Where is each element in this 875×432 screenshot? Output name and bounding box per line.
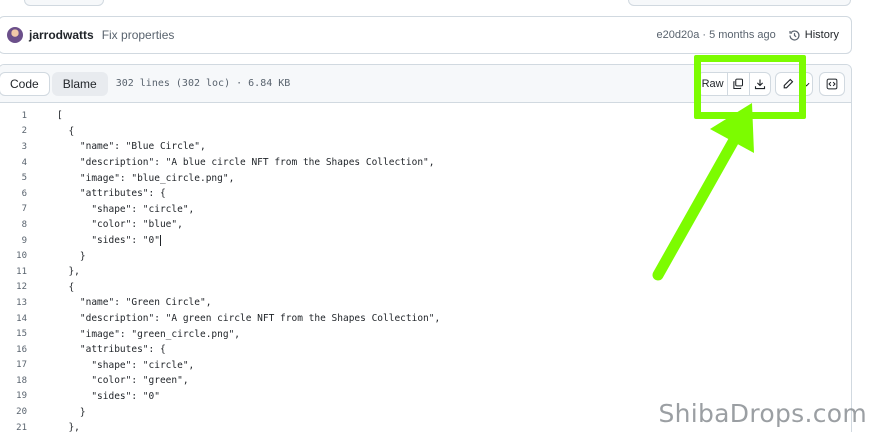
- line-text: {: [57, 125, 75, 137]
- code-line: 9 "sides": "0": [0, 233, 851, 249]
- code-line: 1[: [0, 108, 851, 124]
- download-raw-button[interactable]: [748, 73, 770, 95]
- code-line: 6 "attributes": {: [0, 186, 851, 202]
- edit-file-button[interactable]: [776, 73, 799, 95]
- history-button[interactable]: History: [788, 29, 839, 42]
- line-text: "sides": "0": [57, 235, 161, 247]
- code-view: 1[2 {3 "name": "Blue Circle", 4 "descript…: [0, 103, 851, 432]
- line-text: "image": "green_circle.png",: [57, 328, 241, 340]
- line-number[interactable]: 3: [0, 142, 27, 152]
- line-text: "name": "Blue Circle",: [57, 141, 206, 153]
- code-line: 3 "name": "Blue Circle",: [0, 139, 851, 155]
- line-number[interactable]: 6: [0, 189, 27, 199]
- commit-meta: e20d20a · 5 months ago History: [657, 29, 840, 42]
- line-number[interactable]: 20: [0, 407, 27, 417]
- line-text: {: [57, 281, 75, 293]
- pencil-icon: [783, 78, 793, 89]
- watermark: ShibaDrops.com: [658, 399, 867, 428]
- top-button-left[interactable]: [24, 0, 104, 6]
- line-text: "color": "blue",: [57, 219, 183, 231]
- line-text: }: [57, 406, 86, 418]
- avatar[interactable]: [7, 27, 23, 43]
- copy-icon: [733, 78, 744, 90]
- code-line: 11 },: [0, 264, 851, 280]
- line-text: "shape": "circle",: [57, 203, 195, 215]
- edit-dropdown-button[interactable]: [799, 73, 812, 95]
- line-number[interactable]: 15: [0, 329, 27, 339]
- line-text: "attributes": {: [57, 188, 166, 200]
- code-line: 10 }: [0, 248, 851, 264]
- commit-message[interactable]: Fix properties: [102, 28, 175, 42]
- file-viewer: Code Blame 302 lines (302 loc) · 6.84 KB…: [0, 64, 852, 432]
- line-text: "description": "A green circle NFT from …: [57, 313, 441, 325]
- history-label: History: [804, 29, 839, 41]
- code-line: 16 "attributes": {: [0, 342, 851, 358]
- code-line: 7 "shape": "circle",: [0, 202, 851, 218]
- line-number[interactable]: 18: [0, 376, 27, 386]
- text-cursor: [159, 235, 161, 247]
- line-number[interactable]: 21: [0, 423, 27, 432]
- code-square-icon: [826, 78, 838, 90]
- tab-code[interactable]: Code: [0, 71, 50, 96]
- line-number[interactable]: 11: [0, 267, 27, 277]
- code-line: 18 "color": "green",: [0, 373, 851, 389]
- edit-group: [775, 72, 813, 96]
- code-line: 17 "shape": "circle",: [0, 358, 851, 374]
- line-text: [: [57, 110, 63, 122]
- commit-author[interactable]: jarrodwatts: [29, 28, 94, 42]
- code-line: 8 "color": "blue",: [0, 217, 851, 233]
- line-number[interactable]: 12: [0, 282, 27, 292]
- tab-blame[interactable]: Blame: [51, 71, 108, 96]
- download-icon: [754, 79, 765, 90]
- symbols-group: [819, 72, 845, 96]
- line-number[interactable]: 13: [0, 298, 27, 308]
- code-line: 2 {: [0, 124, 851, 140]
- code-line: 13 "name": "Green Circle",: [0, 295, 851, 311]
- line-text: "image": "blue_circle.png",: [57, 172, 235, 184]
- code-line: 14 "description": "A green circle NFT fr…: [0, 311, 851, 327]
- line-number[interactable]: 4: [0, 158, 27, 168]
- line-number[interactable]: 16: [0, 345, 27, 355]
- code-line: 4 "description": "A blue circle NFT from…: [0, 155, 851, 171]
- line-number[interactable]: 17: [0, 360, 27, 370]
- raw-copy-download-group: Raw: [697, 72, 771, 96]
- line-number[interactable]: 2: [0, 126, 27, 136]
- file-header: Code Blame 302 lines (302 loc) · 6.84 KB…: [0, 65, 851, 103]
- symbols-button[interactable]: [820, 73, 844, 95]
- code-line: 15 "image": "green_circle.png",: [0, 326, 851, 342]
- line-number[interactable]: 8: [0, 220, 27, 230]
- copy-raw-button[interactable]: [727, 73, 748, 95]
- raw-button[interactable]: Raw: [698, 73, 727, 95]
- line-text: "shape": "circle",: [57, 359, 195, 371]
- line-text: "color": "green",: [57, 375, 189, 387]
- file-info: 302 lines (302 loc) · 6.84 KB: [115, 78, 291, 89]
- history-icon: [789, 29, 800, 41]
- commit-sha-age[interactable]: e20d20a · 5 months ago: [657, 29, 776, 41]
- view-mode-toggle: Code Blame: [0, 71, 108, 96]
- line-number[interactable]: 1: [0, 111, 27, 121]
- line-number[interactable]: 5: [0, 173, 27, 183]
- chevron-down-icon: [803, 82, 810, 87]
- line-number[interactable]: 7: [0, 204, 27, 214]
- line-text: "name": "Green Circle",: [57, 297, 212, 309]
- top-button-right[interactable]: [628, 0, 851, 6]
- line-text: "sides": "0": [57, 390, 160, 402]
- line-text: "attributes": {: [57, 344, 166, 356]
- line-text: },: [57, 266, 80, 278]
- latest-commit-bar: jarrodwatts Fix properties e20d20a · 5 m…: [0, 16, 852, 54]
- line-number[interactable]: 19: [0, 391, 27, 401]
- code-line: 5 "image": "blue_circle.png",: [0, 170, 851, 186]
- code-line: 12 {: [0, 280, 851, 296]
- line-text: "description": "A blue circle NFT from t…: [57, 157, 435, 169]
- line-text: },: [57, 422, 80, 432]
- line-number[interactable]: 14: [0, 314, 27, 324]
- line-number[interactable]: 10: [0, 251, 27, 261]
- line-text: }: [57, 250, 86, 262]
- line-number[interactable]: 9: [0, 236, 27, 246]
